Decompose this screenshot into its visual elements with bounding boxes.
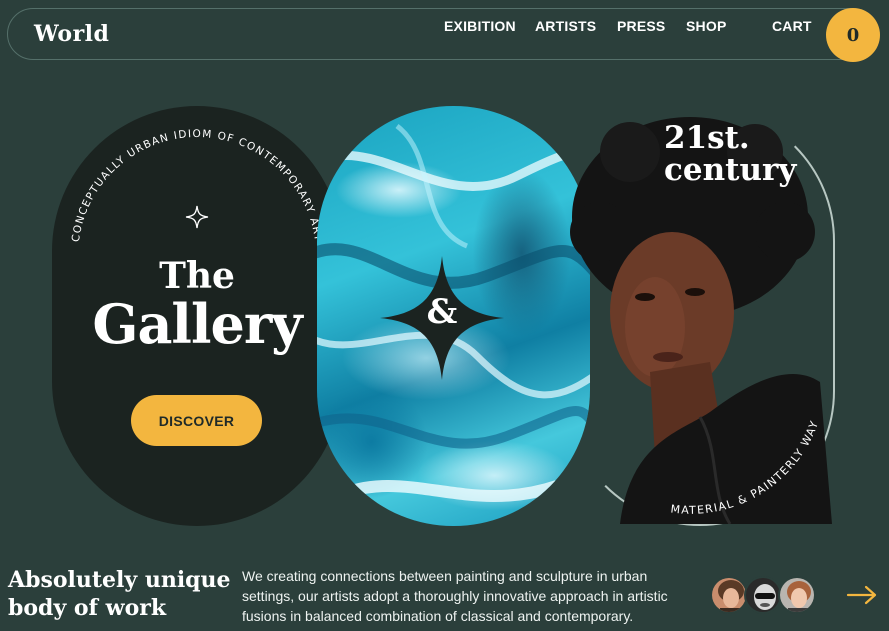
hero-title-large: Gallery [92, 292, 302, 356]
svg-text:MATERIAL & PAINTERLY WAY: MATERIAL & PAINTERLY WAY [670, 418, 822, 517]
avatar[interactable] [710, 576, 748, 614]
headline-line-2: body of work [8, 595, 167, 621]
curved-tagline-right-text: MATERIAL & PAINTERLY WAY [670, 418, 820, 517]
bottom-headline: Absolutely unique body of work [8, 566, 231, 622]
avatar[interactable] [744, 576, 782, 614]
avatar-2-image [746, 578, 780, 612]
top-nav: World [7, 8, 879, 60]
nav-link-cart[interactable]: CART [772, 18, 812, 34]
cart-count-button[interactable]: 0 [826, 8, 880, 62]
century-line-1: 21st. [664, 120, 750, 156]
nav-link-exibition[interactable]: EXIBITION [444, 18, 516, 34]
ampersand: & [426, 292, 458, 332]
discover-button[interactable]: DISCOVER [131, 395, 262, 446]
nav-link-press[interactable]: PRESS [617, 18, 665, 34]
arrow-right-icon[interactable] [846, 584, 878, 606]
site-logo[interactable]: World [34, 21, 109, 47]
hero-title-small: The [159, 255, 235, 297]
headline-line-1: Absolutely unique [8, 567, 231, 593]
avatar-1-image [712, 578, 746, 612]
nav-link-shop[interactable]: SHOP [686, 18, 726, 34]
century-heading: 21st. century [664, 122, 796, 186]
avatar[interactable] [778, 576, 816, 614]
nav-link-artists[interactable]: ARTISTS [535, 18, 596, 34]
sparkle-icon [185, 205, 209, 229]
description-text: We creating connections between painting… [242, 568, 668, 624]
avatar-3-image [780, 578, 814, 612]
century-line-2: century [664, 152, 797, 188]
